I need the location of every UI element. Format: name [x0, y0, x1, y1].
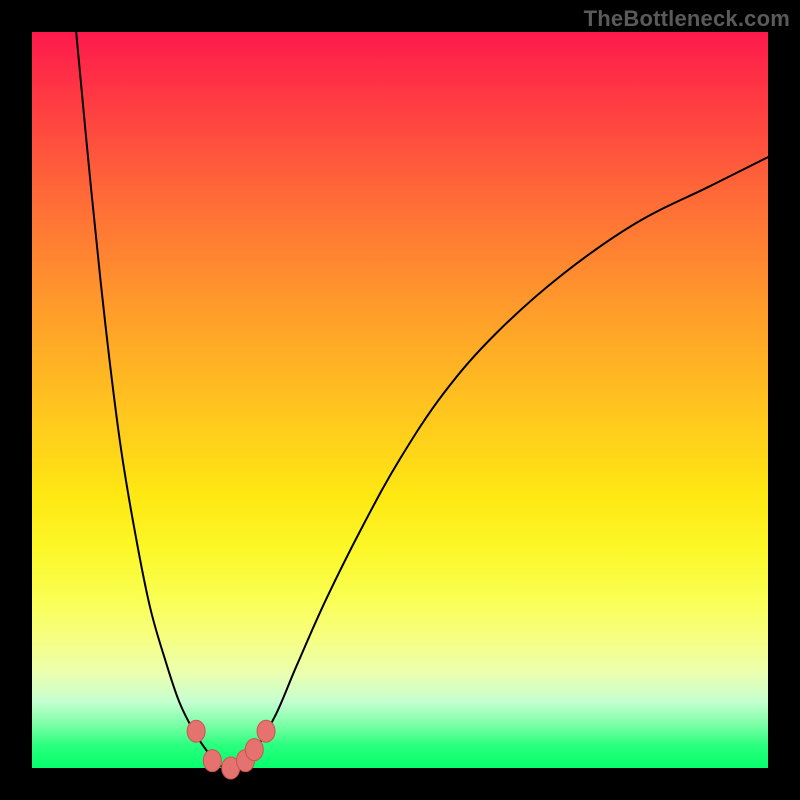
- bottleneck-curve-plot: [32, 32, 768, 768]
- curve-left-branch: [76, 32, 231, 769]
- curve-marker: [203, 750, 221, 772]
- curve-markers: [187, 720, 275, 779]
- curve-right-branch: [231, 157, 768, 769]
- watermark-text: TheBottleneck.com: [584, 6, 790, 32]
- curve-marker: [257, 720, 275, 742]
- curve-marker: [187, 720, 205, 742]
- curve-marker: [245, 739, 263, 761]
- chart-area: [32, 32, 768, 768]
